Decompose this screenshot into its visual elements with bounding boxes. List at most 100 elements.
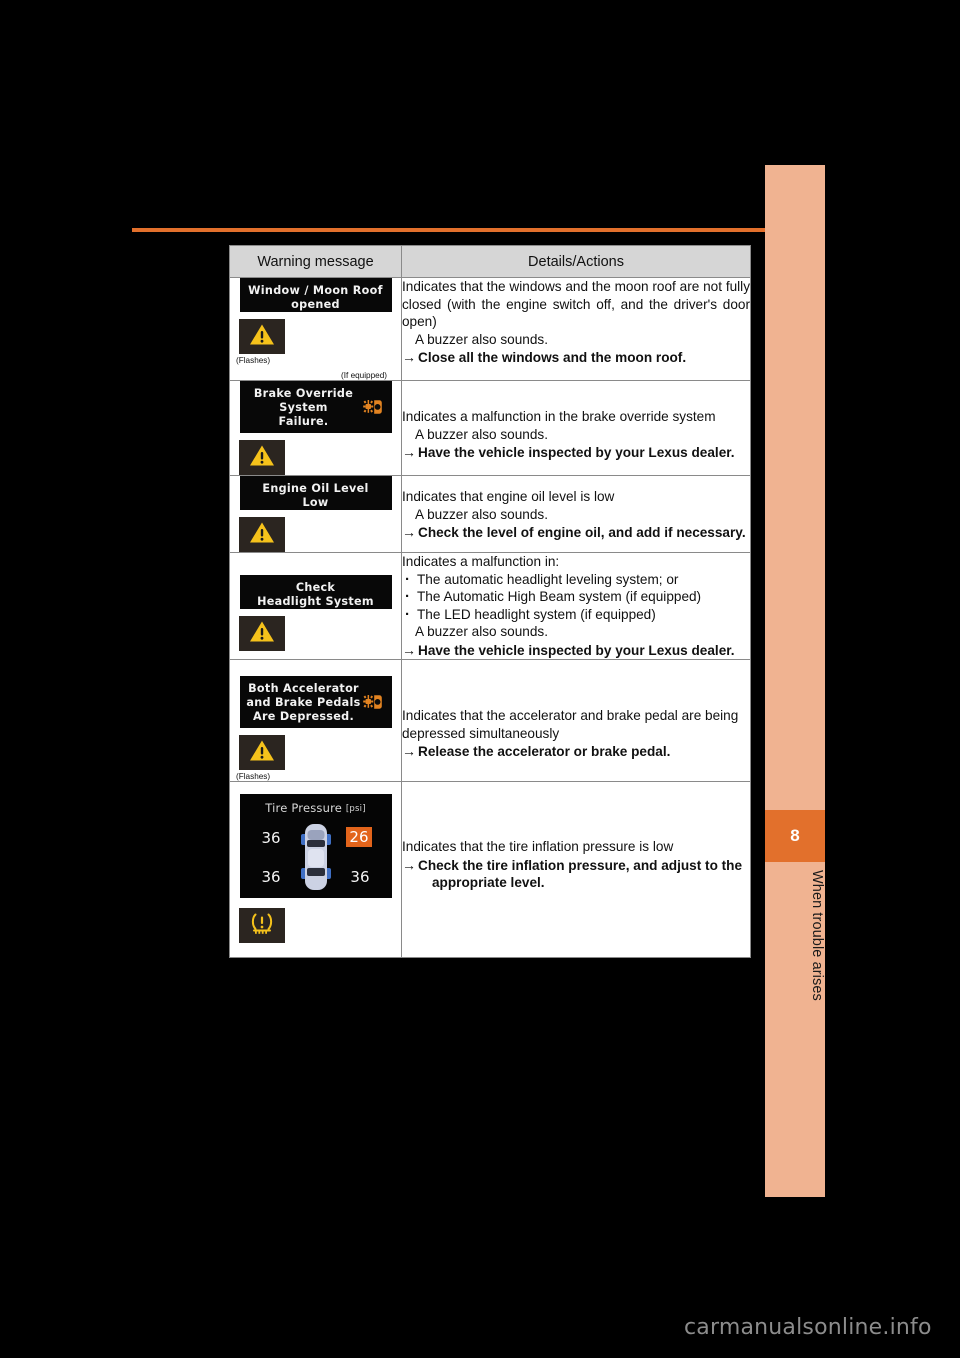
action-text: Close all the windows and the moon roof. [418, 350, 687, 366]
table-row: Brake Override System Failure. Indicates… [229, 380, 751, 476]
flashes-note: (Flashes) [236, 772, 271, 782]
tpms-icon [247, 911, 277, 940]
action-arrow: → [402, 349, 416, 366]
mid-line: Are Depressed. [252, 709, 354, 723]
tire-pressure-rear-left: 36 [261, 868, 281, 887]
action-text: Have the vehicle inspected by your Lexus… [418, 445, 735, 461]
mid-display-panel: Check Headlight System [239, 575, 392, 609]
details-intro: Indicates that engine oil level is low [402, 489, 615, 504]
details-intro: Indicates a malfunction in: [402, 554, 560, 569]
table-header-row: Warning message Details/Actions [229, 245, 751, 278]
action-arrow: → [402, 641, 416, 658]
details-buzzer: A buzzer also sounds. [415, 506, 548, 522]
manual-page: 8 When trouble arises Warning message De… [0, 0, 960, 1358]
watermark-tld: .info [882, 1315, 932, 1340]
column-header-warning-message: Warning message [229, 245, 402, 278]
telltale-box [239, 735, 285, 771]
table-row: Check Headlight System Indicates a malfu… [229, 551, 751, 661]
warning-message-cell: Check Headlight System [229, 551, 402, 661]
action-text: Release the accelerator or brake pedal. [418, 744, 671, 760]
tire-pressure-title: Tire Pressure [psi] [240, 801, 392, 815]
table-row: Both Accelerator and Brake Pedals Are De… [229, 659, 751, 783]
details-intro: Indicates that the windows and the moon … [402, 279, 750, 330]
action-text: Check the level of engine oil, and add i… [418, 525, 746, 541]
warning-triangle-icon [249, 521, 275, 549]
telltale-box [239, 908, 285, 944]
action-text: Check the tire inflation pressure, and a… [418, 857, 743, 873]
tire-pressure-front-right: 26 [346, 827, 372, 848]
if-equipped-note: (If equipped) [341, 371, 387, 380]
tire-pressure-label: Tire Pressure [265, 801, 343, 816]
action-arrow: → [402, 444, 416, 461]
telltale-box [239, 440, 285, 475]
mid-line: System [279, 400, 328, 414]
table-row: Window / Moon Roof opened (Flashes) (If … [229, 277, 751, 381]
details-intro: Indicates that the accelerator and brake… [402, 708, 739, 741]
mid-display-panel: Brake Override System Failure. [239, 381, 392, 433]
mid-line: Failure. [278, 414, 329, 428]
chapter-title: When trouble arises [809, 870, 825, 1001]
tire-pressure-display: Tire Pressure [psi] 36 26 36 36 [239, 794, 392, 899]
mid-display-panel: Both Accelerator and Brake Pedals Are De… [239, 676, 392, 729]
mid-line: Both Accelerator [248, 682, 359, 696]
details-buzzer: A buzzer also sounds. [415, 426, 548, 442]
warning-triangle-icon [249, 323, 275, 351]
warning-message-cell: Window / Moon Roof opened (Flashes) (If … [229, 277, 402, 381]
action-arrow: → [402, 856, 416, 873]
table-row: Tire Pressure [psi] 36 26 36 36 Indicate… [229, 781, 751, 959]
tire-pressure-unit: [psi] [345, 804, 366, 815]
mid-line: Low [302, 495, 329, 509]
header-rule [132, 228, 825, 232]
watermark-name: carmanualsonline [684, 1315, 883, 1340]
details-buzzer: A buzzer also sounds. [415, 331, 548, 347]
telltale-box [239, 319, 285, 354]
details-actions-cell: Indicates that the windows and the moon … [401, 277, 751, 381]
car-top-view-icon [296, 821, 336, 897]
column-header-details-actions: Details/Actions [401, 245, 751, 278]
telltale-box [239, 616, 285, 651]
list-item: The automatic headlight leveling system;… [402, 570, 750, 589]
mid-display-panel: Window / Moon Roof opened [239, 278, 392, 312]
mid-line: and Brake Pedals [246, 696, 361, 710]
warning-triangle-icon [249, 444, 275, 472]
details-buzzer: A buzzer also sounds. [415, 624, 548, 640]
mid-display-panel: Engine Oil Level Low [239, 476, 392, 510]
flashes-note: (Flashes) [236, 356, 271, 365]
warning-triangle-icon [249, 620, 275, 648]
details-actions-cell: Indicates that the tire inflation pressu… [401, 781, 751, 959]
mid-line: Headlight System [257, 594, 374, 608]
telltale-box [239, 517, 285, 552]
warning-triangle-icon [249, 739, 275, 767]
action-text-continued: appropriate level. [432, 875, 545, 891]
table-row: Engine Oil Level Low Indicates that engi… [229, 475, 751, 553]
mid-line: Engine Oil Level [262, 482, 369, 495]
list-item: The Automatic High Beam system (if equip… [402, 587, 750, 606]
tire-pressure-front-left: 36 [261, 829, 281, 848]
tire-pressure-rear-right: 36 [350, 868, 370, 887]
details-actions-cell: Indicates a malfunction in: The automati… [401, 551, 751, 661]
brake-system-icon [362, 694, 382, 711]
chapter-sidebar: 8 When trouble arises [765, 165, 825, 1197]
warning-message-table: Warning message Details/Actions Window /… [229, 245, 751, 959]
action-text: Have the vehicle inspected by your Lexus… [418, 642, 735, 658]
action-arrow: → [402, 524, 416, 541]
warning-message-cell: Tire Pressure [psi] 36 26 36 36 [229, 781, 402, 959]
details-intro: Indicates a malfunction in the brake ove… [402, 409, 716, 424]
list-item: The LED headlight system (if equipped) [402, 605, 750, 624]
brake-system-icon [362, 399, 382, 416]
warning-message-cell: Brake Override System Failure. [229, 380, 402, 476]
chapter-number-box: 8 [765, 810, 825, 862]
details-actions-cell: Indicates that engine oil level is low A… [401, 475, 751, 553]
mid-line: Brake Override [253, 387, 354, 400]
site-watermark: carmanualsonline.info [684, 1315, 932, 1340]
details-actions-cell: Indicates a malfunction in the brake ove… [401, 380, 751, 476]
details-actions-cell: Indicates that the accelerator and brake… [401, 659, 751, 783]
mid-line: opened [291, 297, 340, 311]
warning-message-cell: Both Accelerator and Brake Pedals Are De… [229, 659, 402, 783]
details-bullet-list: The automatic headlight leveling system;… [402, 570, 750, 624]
chapter-number: 8 [790, 826, 800, 845]
mid-line: Check [295, 581, 336, 594]
warning-message-cell: Engine Oil Level Low [229, 475, 402, 553]
mid-line: Window / Moon Roof [248, 284, 383, 297]
details-intro: Indicates that the tire inflation pressu… [402, 839, 674, 855]
